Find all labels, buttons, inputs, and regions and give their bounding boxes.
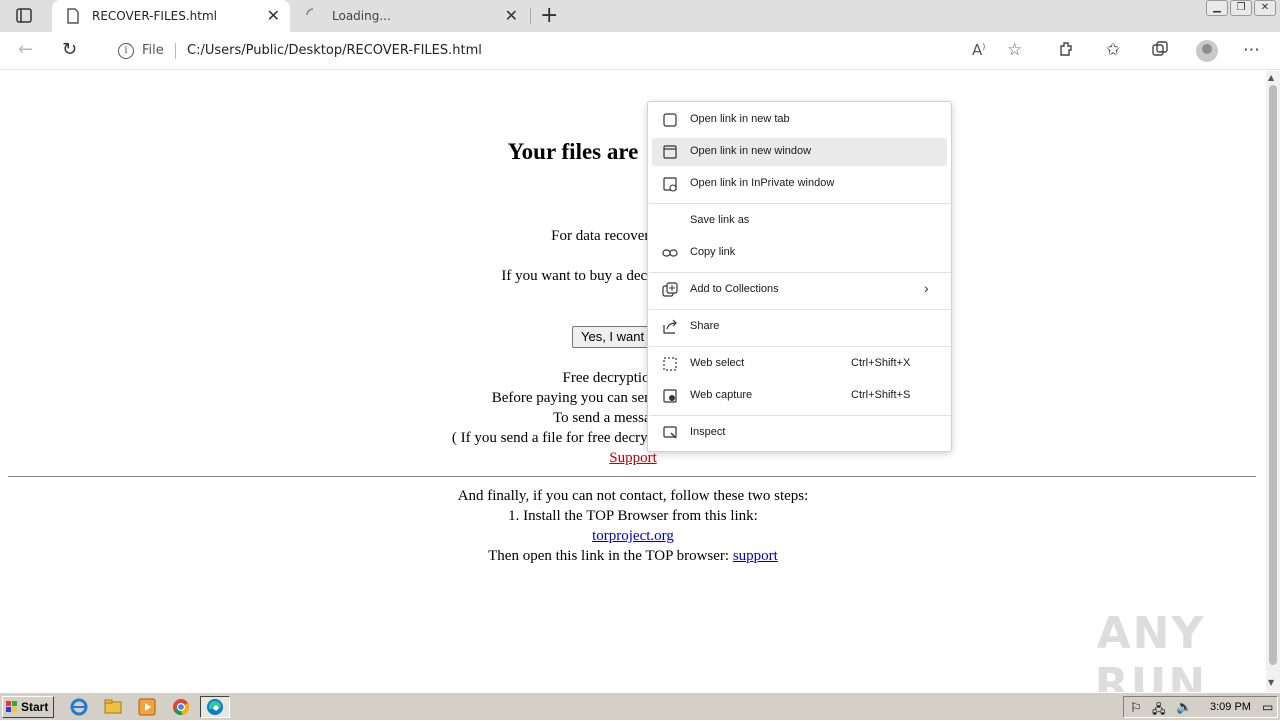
network-icon[interactable]: 🖧	[1152, 700, 1165, 721]
menu-separator	[649, 309, 951, 310]
windows-logo-icon	[6, 701, 17, 712]
scroll-down-icon[interactable]: ▼	[1268, 678, 1274, 687]
tab-actions-icon[interactable]	[12, 7, 36, 25]
link-icon	[662, 245, 678, 261]
extensions-icon[interactable]	[1058, 40, 1076, 63]
url-text[interactable]: C:/Users/Public/Desktop/RECOVER-FILES.ht…	[187, 43, 482, 58]
menu-item-share[interactable]: Share	[652, 313, 947, 341]
chevron-right-icon: ›	[924, 280, 929, 296]
scheme-label: File	[142, 43, 164, 58]
taskbar: Start ⚐ 🖧 🔈 3:09 PM ▭	[0, 692, 1280, 720]
menu-separator	[649, 415, 951, 416]
more-menu-icon[interactable]: ⋯	[1243, 40, 1260, 60]
address-bar[interactable]: i File C:/Users/Public/Desktop/RECOVER-F…	[102, 35, 1042, 67]
restore-button[interactable]: ❐	[1230, 0, 1252, 16]
web-select-icon	[662, 356, 678, 372]
before-paying-line: Before paying you can send us	[491, 390, 677, 406]
inspect-icon	[662, 425, 678, 441]
support-link-blue[interactable]: support	[733, 548, 778, 564]
new-tab-icon	[662, 112, 678, 128]
shortcut-label: Ctrl+Shift+X	[851, 357, 911, 369]
file-explorer-icon[interactable]	[103, 697, 125, 717]
context-menu: Open link in new tab Open link in new wi…	[647, 101, 952, 452]
menu-item-inspect[interactable]: Inspect	[652, 419, 947, 447]
web-capture-icon	[662, 388, 678, 404]
show-desktop-icon[interactable]: ▭	[1262, 700, 1273, 714]
inprivate-icon	[662, 176, 678, 192]
edge-icon[interactable]	[200, 696, 230, 718]
tab-bar: RECOVER-FILES.html ✕ Loading... ✕ + ▁ ❐ …	[0, 0, 1280, 32]
scroll-up-icon[interactable]: ▲	[1268, 73, 1274, 82]
back-arrow-icon[interactable]: ←	[18, 39, 33, 60]
file-icon	[66, 8, 80, 27]
tab-divider	[530, 8, 531, 24]
menu-separator	[649, 203, 951, 204]
then-open-line: Then open this link in the TOP browser: …	[488, 548, 778, 564]
browser-toolbar: ← ↻ i File C:/Users/Public/Desktop/RECOV…	[0, 32, 1280, 70]
collections-icon[interactable]	[1151, 40, 1169, 63]
close-tab-icon[interactable]: ✕	[267, 6, 280, 25]
tab-title: RECOVER-FILES.html	[92, 9, 217, 23]
free-decryption-line: Free decryption a	[562, 370, 668, 386]
if-you-send-line: ( If you send a file for free decryption…	[451, 430, 711, 446]
reload-icon[interactable]: ↻	[62, 39, 77, 60]
chrome-icon[interactable]	[171, 697, 193, 717]
tab-title: Loading...	[332, 9, 391, 23]
favorites-icon[interactable]: ✩	[1106, 40, 1120, 60]
install-line: 1. Install the TOP Browser from this lin…	[508, 508, 758, 524]
flag-icon[interactable]: ⚐	[1130, 700, 1142, 716]
menu-item-open-new-tab[interactable]: Open link in new tab	[652, 106, 947, 134]
add-favorite-icon[interactable]: ☆	[1007, 40, 1022, 60]
close-window-button[interactable]: ✕	[1254, 0, 1276, 16]
support-link[interactable]: Support	[609, 450, 657, 466]
start-label: Start	[21, 700, 49, 714]
system-tray: ⚐ 🖧 🔈 3:09 PM ▭	[1123, 696, 1278, 718]
window-controls: ▁ ❐ ✕	[1206, 0, 1276, 16]
scroll-thumb[interactable]	[1269, 85, 1277, 665]
read-aloud-icon[interactable]: A)	[972, 41, 985, 59]
menu-item-add-collections[interactable]: Add to Collections ›	[652, 276, 947, 304]
torproject-line: torproject.org	[0, 528, 1266, 545]
menu-item-copy-link[interactable]: Copy link	[652, 239, 947, 267]
vertical-scrollbar[interactable]: ▲ ▼	[1266, 71, 1280, 692]
menu-separator	[649, 346, 951, 347]
internet-explorer-icon[interactable]	[69, 697, 91, 717]
buy-line: If you want to buy a decry	[501, 268, 660, 284]
info-icon[interactable]: i	[118, 43, 134, 59]
media-player-icon[interactable]	[137, 697, 159, 717]
profile-avatar[interactable]	[1196, 40, 1218, 62]
clock[interactable]: 3:09 PM	[1210, 701, 1251, 713]
divider	[8, 476, 1256, 477]
new-window-icon	[662, 144, 678, 160]
menu-separator	[649, 272, 951, 273]
menu-item-save-link[interactable]: Save link as	[652, 207, 947, 235]
close-tab-icon[interactable]: ✕	[505, 6, 518, 25]
share-icon	[662, 319, 678, 335]
new-tab-button[interactable]: +	[540, 3, 558, 28]
send-message-line: To send a message or	[552, 410, 682, 426]
start-button[interactable]: Start	[2, 696, 54, 718]
menu-item-open-inprivate[interactable]: Open link in InPrivate window	[652, 170, 947, 198]
collections-icon	[662, 282, 678, 298]
tab-loading[interactable]: Loading... ✕	[292, 0, 528, 32]
torproject-link[interactable]: torproject.org	[592, 528, 674, 544]
menu-item-web-capture[interactable]: Web capture Ctrl+Shift+S	[652, 382, 947, 410]
finally-line: And finally, if you can not contact, fol…	[457, 488, 809, 504]
minimize-button[interactable]: ▁	[1206, 0, 1228, 16]
omnibox-divider	[175, 43, 176, 59]
support-link-red-line: Support	[0, 450, 1266, 467]
loading-spinner-icon	[306, 8, 320, 25]
menu-item-web-select[interactable]: Web select Ctrl+Shift+X	[652, 350, 947, 378]
volume-icon[interactable]: 🔈	[1176, 699, 1192, 715]
tab-recover-files[interactable]: RECOVER-FILES.html ✕	[52, 0, 290, 32]
menu-item-open-new-window[interactable]: Open link in new window	[652, 138, 947, 166]
recovery-line: For data recovery ne	[551, 228, 675, 244]
page-heading: Your files are	[507, 139, 639, 164]
shortcut-label: Ctrl+Shift+S	[851, 389, 911, 401]
page-content: Your files are For data recovery ne If y…	[0, 71, 1266, 710]
